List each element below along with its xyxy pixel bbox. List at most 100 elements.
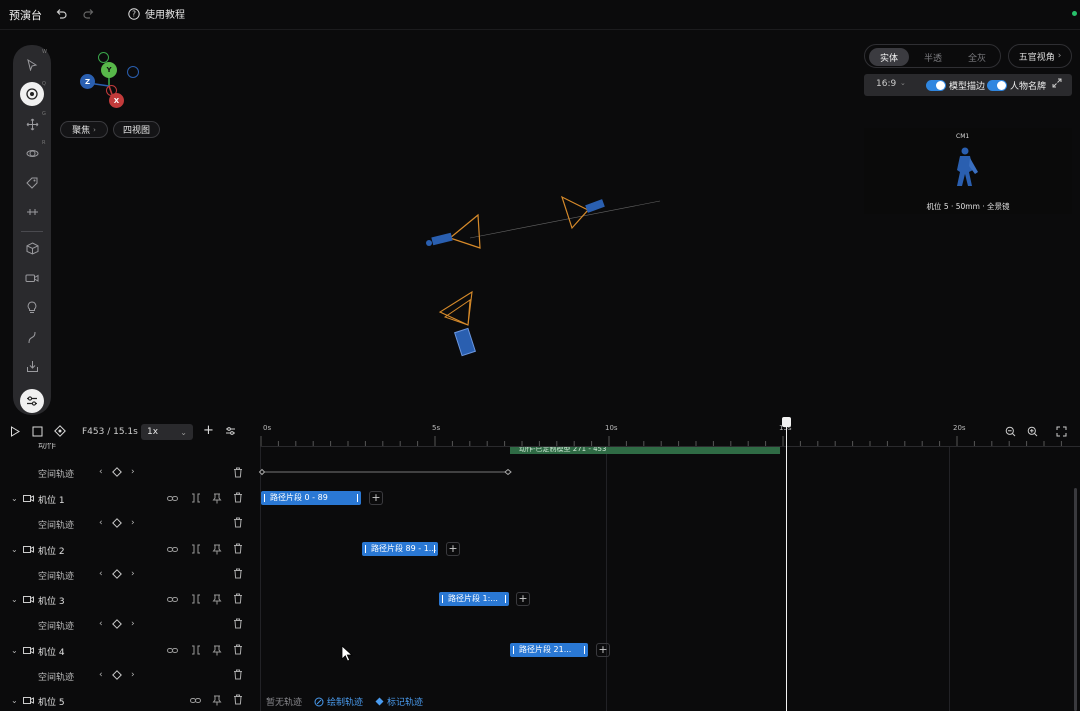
keyframe-target-icon[interactable] xyxy=(54,425,66,437)
gizmo-neg-z-axis[interactable] xyxy=(127,66,139,78)
import-tool-icon[interactable] xyxy=(22,356,42,376)
gizmo-x-axis[interactable]: X xyxy=(109,93,124,108)
undo-icon[interactable] xyxy=(55,8,67,20)
mode-gray-button[interactable]: 全灰 xyxy=(957,48,997,66)
next-keyframe-icon[interactable]: › xyxy=(131,670,135,680)
link-icon[interactable] xyxy=(190,696,201,705)
pin-icon[interactable] xyxy=(212,695,222,706)
next-keyframe-icon[interactable]: › xyxy=(131,467,135,477)
delete-icon[interactable] xyxy=(233,517,243,528)
fullscreen-icon[interactable] xyxy=(1056,426,1067,437)
camera-tool-icon[interactable] xyxy=(22,268,42,288)
prev-keyframe-icon[interactable]: ‹ xyxy=(99,619,103,629)
prev-keyframe-icon[interactable]: ‹ xyxy=(99,467,103,477)
path-clip[interactable]: 路径片段 21... xyxy=(510,643,588,657)
mark-track-button[interactable]: 标记轨迹 xyxy=(375,695,423,708)
delete-icon[interactable] xyxy=(233,644,243,655)
move-tool-icon[interactable] xyxy=(22,114,42,134)
cube-tool-icon[interactable] xyxy=(22,238,42,258)
next-keyframe-icon[interactable]: › xyxy=(131,518,135,528)
prev-keyframe-icon[interactable]: ‹ xyxy=(99,569,103,579)
space-track-line[interactable] xyxy=(258,468,513,476)
add-clip-button[interactable]: + xyxy=(446,542,460,556)
timeline-scrollbar[interactable] xyxy=(1074,488,1077,711)
speed-select[interactable]: 1x ⌄ xyxy=(141,424,193,440)
scene-viewport[interactable] xyxy=(410,180,670,370)
focus-button[interactable]: 聚焦 › xyxy=(60,121,108,138)
split-icon[interactable] xyxy=(191,544,201,554)
split-icon[interactable] xyxy=(191,493,201,503)
next-keyframe-icon[interactable]: › xyxy=(131,619,135,629)
collapse-chevron-icon[interactable]: ⌄ xyxy=(11,696,18,705)
add-clip-button[interactable]: + xyxy=(369,491,383,505)
expand-icon[interactable] xyxy=(1052,78,1062,88)
keyframe-icon[interactable] xyxy=(112,619,122,629)
add-track-button[interactable]: + xyxy=(203,424,214,437)
redo-icon[interactable] xyxy=(83,8,95,20)
draw-track-button[interactable]: 绘制轨迹 xyxy=(314,695,363,708)
link-icon[interactable] xyxy=(167,494,178,503)
gizmo-z-axis[interactable]: Z xyxy=(80,74,95,89)
link-icon[interactable] xyxy=(167,646,178,655)
light-tool-icon[interactable] xyxy=(22,297,42,317)
camera-2[interactable] xyxy=(560,195,605,230)
next-keyframe-icon[interactable]: › xyxy=(131,569,135,579)
orientation-gizmo[interactable]: Y Z X xyxy=(70,48,145,113)
pin-icon[interactable] xyxy=(212,645,222,656)
link-icon[interactable] xyxy=(167,545,178,554)
settings-tool-icon[interactable] xyxy=(20,389,44,413)
collapse-chevron-icon[interactable]: ⌄ xyxy=(11,494,18,503)
zoom-out-icon[interactable] xyxy=(1005,426,1016,437)
keyframe-icon[interactable] xyxy=(112,670,122,680)
path-tool-icon[interactable] xyxy=(22,202,42,222)
playhead-line[interactable] xyxy=(786,426,787,711)
delete-icon[interactable] xyxy=(233,568,243,579)
pin-icon[interactable] xyxy=(212,544,222,555)
path-clip[interactable]: 路径片段 1:... xyxy=(439,592,509,606)
split-icon[interactable] xyxy=(191,594,201,604)
tag-tool-icon[interactable] xyxy=(22,173,42,193)
aspect-ratio-select[interactable]: 16:9 xyxy=(876,79,896,89)
collapse-chevron-icon[interactable]: ⌄ xyxy=(11,545,18,554)
camera-view-button[interactable]: 五官视角 › xyxy=(1008,44,1072,68)
delete-icon[interactable] xyxy=(233,618,243,629)
collapse-chevron-icon[interactable]: ⌄ xyxy=(11,646,18,655)
mode-translucent-button[interactable]: 半透 xyxy=(913,48,953,66)
delete-icon[interactable] xyxy=(233,694,243,705)
select-tool-icon[interactable] xyxy=(22,55,42,75)
keyframe-icon[interactable] xyxy=(112,467,122,477)
delete-icon[interactable] xyxy=(233,543,243,554)
camera-preview[interactable]: CM1 机位 5 · 50mm · 全景镜 xyxy=(864,128,1072,214)
playhead-handle[interactable] xyxy=(782,417,791,427)
delete-icon[interactable] xyxy=(233,492,243,503)
camera-1[interactable] xyxy=(426,213,481,249)
link-icon[interactable] xyxy=(167,595,178,604)
camera-3[interactable] xyxy=(438,290,476,357)
help-button[interactable]: ? 使用教程 xyxy=(128,6,185,21)
path-clip[interactable]: 路径片段 89 - 1... xyxy=(362,542,438,556)
rotate-tool-icon[interactable] xyxy=(22,143,42,163)
add-clip-button[interactable]: + xyxy=(516,592,530,606)
delete-icon[interactable] xyxy=(233,593,243,604)
collapse-chevron-icon[interactable]: ⌄ xyxy=(11,595,18,604)
track-settings-icon[interactable] xyxy=(225,426,236,436)
zoom-in-icon[interactable] xyxy=(1027,426,1038,437)
stop-icon[interactable] xyxy=(32,426,43,437)
pin-icon[interactable] xyxy=(212,594,222,605)
camera-orbit-tool-icon[interactable] xyxy=(20,82,44,106)
keyframe-icon[interactable] xyxy=(112,518,122,528)
four-view-button[interactable]: 四视图 xyxy=(113,121,160,138)
delete-icon[interactable] xyxy=(233,669,243,680)
play-icon[interactable] xyxy=(10,426,20,437)
gizmo-y-axis[interactable]: Y xyxy=(101,62,117,78)
delete-icon[interactable] xyxy=(233,467,243,478)
pin-icon[interactable] xyxy=(212,493,222,504)
curve-tool-icon[interactable] xyxy=(22,327,42,347)
split-icon[interactable] xyxy=(191,645,201,655)
action-clip[interactable]: 动作-已定制模型 271 - 453 xyxy=(510,447,780,454)
prev-keyframe-icon[interactable]: ‹ xyxy=(99,518,103,528)
mode-solid-button[interactable]: 实体 xyxy=(869,48,909,66)
path-clip[interactable]: 路径片段 0 - 89 xyxy=(261,491,361,505)
model-outline-toggle[interactable] xyxy=(926,80,946,91)
person-name-toggle[interactable] xyxy=(987,80,1007,91)
